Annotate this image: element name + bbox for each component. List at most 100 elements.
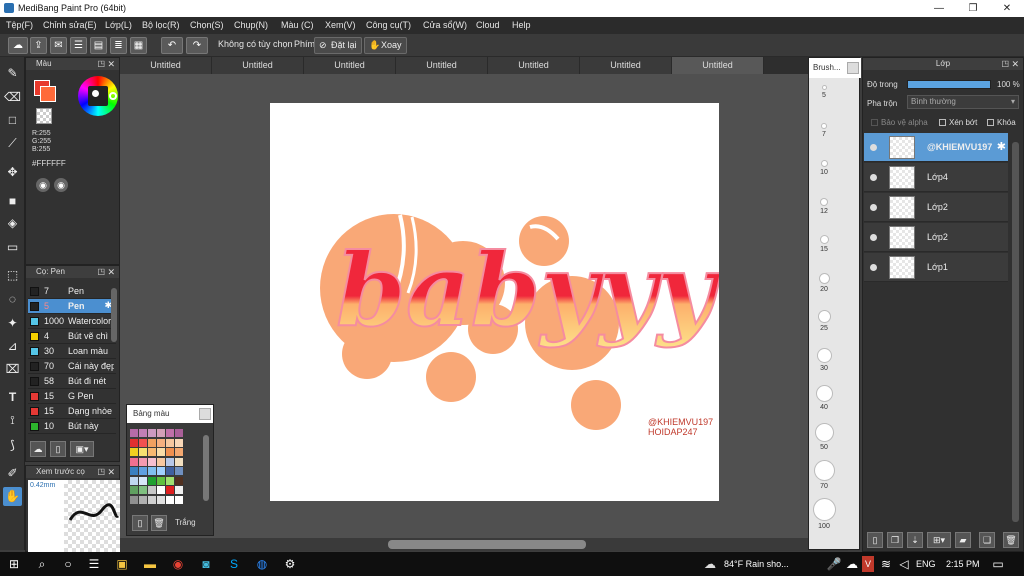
brush-size-dot[interactable]	[817, 348, 831, 362]
select-pen-icon[interactable]: ⊿	[3, 337, 22, 356]
detach-icon[interactable]: ◳	[97, 58, 105, 70]
search-icon[interactable]: ⌕	[34, 556, 50, 572]
menu-view[interactable]: Xem(V)	[325, 20, 356, 30]
palette-swatch[interactable]	[130, 495, 138, 504]
chrome-icon[interactable]: ◉	[170, 556, 186, 572]
chat-icon[interactable]: ☰	[70, 37, 87, 54]
palette-swatch[interactable]	[157, 486, 165, 494]
menu-help[interactable]: Help	[512, 20, 531, 30]
layer-scrollbar[interactable]	[1012, 142, 1019, 522]
cloud-tray-icon[interactable]: ☁	[844, 556, 860, 572]
comment-icon[interactable]: ✉	[50, 37, 67, 54]
palette-panel-close-icon[interactable]	[199, 408, 211, 420]
duplicate-icon[interactable]: ❏	[979, 532, 995, 548]
brush-item[interactable]: 30 Loan màu	[28, 344, 116, 359]
horizontal-scrollbar[interactable]	[120, 538, 848, 551]
lasso-tool-icon[interactable]: ◌	[3, 290, 22, 309]
brush-size-dot[interactable]	[815, 423, 833, 441]
reset-view-button[interactable]: ⊘ Đặt lại	[314, 37, 362, 54]
layer-visibility-icon[interactable]	[870, 144, 877, 151]
brush-menu-icon[interactable]: ▣▾	[70, 441, 94, 457]
palette-swatch[interactable]	[175, 495, 183, 504]
panel-close-icon[interactable]: ✕	[107, 58, 115, 70]
brush-size-dot[interactable]	[813, 498, 835, 520]
brush-size-close-icon[interactable]	[847, 62, 859, 74]
store-icon[interactable]: ▣	[114, 556, 130, 572]
palette-swatch[interactable]	[148, 495, 156, 504]
menu-filter[interactable]: Bộ lọc(R)	[142, 20, 180, 30]
layer-visibility-icon[interactable]	[870, 264, 877, 271]
palette-icon[interactable]: ◉	[36, 178, 50, 192]
document-tab[interactable]: Untitled	[580, 57, 672, 74]
menu-layer[interactable]: Lớp(L)	[105, 20, 132, 30]
skype-icon[interactable]: S	[226, 556, 242, 572]
layer-menu-icon[interactable]: ⊞▾	[927, 532, 951, 548]
layer-row[interactable]: Lớp2	[864, 193, 1008, 222]
color-wheel[interactable]	[78, 76, 118, 116]
notification-icon[interactable]: ▭	[990, 556, 1006, 572]
windows-start-icon[interactable]: ⊞	[6, 556, 22, 572]
restore-button[interactable]: ❐	[956, 0, 990, 17]
divide-tool-icon[interactable]: ⟟	[3, 411, 22, 430]
brush-cloud-icon[interactable]: ☁	[30, 441, 46, 457]
palette-swatch[interactable]	[148, 467, 156, 475]
palette-swatch[interactable]	[175, 448, 183, 456]
document-tab[interactable]: Untitled	[488, 57, 580, 74]
hand-tool-icon[interactable]: ✋	[3, 487, 22, 506]
palette-swatch[interactable]	[148, 448, 156, 456]
brush-size-dot[interactable]	[821, 198, 827, 205]
brush-item[interactable]: 7 Pen	[28, 284, 116, 299]
rotate-view-button[interactable]: ✋ Xoay	[364, 37, 407, 54]
palette-swatch[interactable]	[166, 476, 174, 485]
text-tool-icon[interactable]: T	[3, 388, 22, 407]
palette-swatch[interactable]	[157, 476, 165, 485]
opacity-slider[interactable]	[907, 80, 991, 89]
palette-swatch[interactable]	[139, 429, 147, 437]
palette-swatch[interactable]	[166, 467, 174, 475]
detach-icon[interactable]: ◳	[97, 266, 105, 278]
detach-icon[interactable]: ◳	[97, 466, 105, 478]
palette-swatch[interactable]	[157, 467, 165, 475]
palette-swatch[interactable]	[157, 438, 165, 447]
panel-close-icon[interactable]: ✕	[107, 466, 115, 478]
line-tool-icon[interactable]: ⟋	[3, 134, 22, 153]
select-eraser-icon[interactable]: ⌧	[3, 360, 22, 379]
eraser-tool-icon[interactable]: ⌫	[3, 88, 22, 107]
palette-swatch[interactable]	[130, 467, 138, 475]
palette-swatch[interactable]	[139, 486, 147, 494]
clipping-checkbox[interactable]	[939, 119, 946, 126]
layer-visibility-icon[interactable]	[870, 204, 877, 211]
palette-swatch[interactable]	[157, 495, 165, 504]
panel-close-icon[interactable]: ✕	[107, 266, 115, 278]
palette-swatch[interactable]	[130, 457, 138, 466]
menu-edit[interactable]: Chỉnh sửa(E)	[43, 20, 97, 30]
panel-close-icon[interactable]: ✕	[1011, 58, 1019, 70]
wifi-icon[interactable]: ≋	[878, 556, 894, 572]
brush-item[interactable]: 1000 Watercolor	[28, 314, 116, 329]
zoom-icon[interactable]: ◍	[254, 556, 270, 572]
document-icon[interactable]: ▤	[90, 37, 107, 54]
copy-layer-icon[interactable]: ❐	[887, 532, 903, 548]
layer-row[interactable]: Lớp2	[864, 223, 1008, 252]
palette-swatch[interactable]	[175, 476, 183, 485]
palette-swatch[interactable]	[175, 486, 183, 494]
palette-swatch[interactable]	[139, 438, 147, 447]
palette-swatch[interactable]	[139, 457, 147, 466]
settings-icon[interactable]: ⚙	[282, 556, 298, 572]
brush-size-dot[interactable]	[819, 273, 829, 283]
palette-swatch[interactable]	[157, 429, 165, 437]
new-layer-icon[interactable]: ▯	[867, 532, 883, 548]
menu-capture[interactable]: Chụp(N)	[234, 20, 268, 30]
layer-settings-icon[interactable]: ✱	[997, 140, 1006, 153]
fill-rect-tool-icon[interactable]: ■	[3, 192, 22, 211]
palette-swatch[interactable]	[130, 429, 138, 437]
palette-swatch[interactable]	[166, 429, 174, 437]
palette-swatch[interactable]	[148, 457, 156, 466]
palette-swatch[interactable]	[166, 457, 174, 466]
move-tool-icon[interactable]: ✥	[3, 163, 22, 182]
gradient-tool-icon[interactable]: ▭	[3, 238, 22, 257]
share-icon[interactable]: ⇪	[30, 37, 47, 54]
minimize-button[interactable]: —	[922, 0, 956, 17]
menu-file[interactable]: Tệp(F)	[6, 20, 33, 30]
palette-swatch[interactable]	[175, 429, 183, 437]
